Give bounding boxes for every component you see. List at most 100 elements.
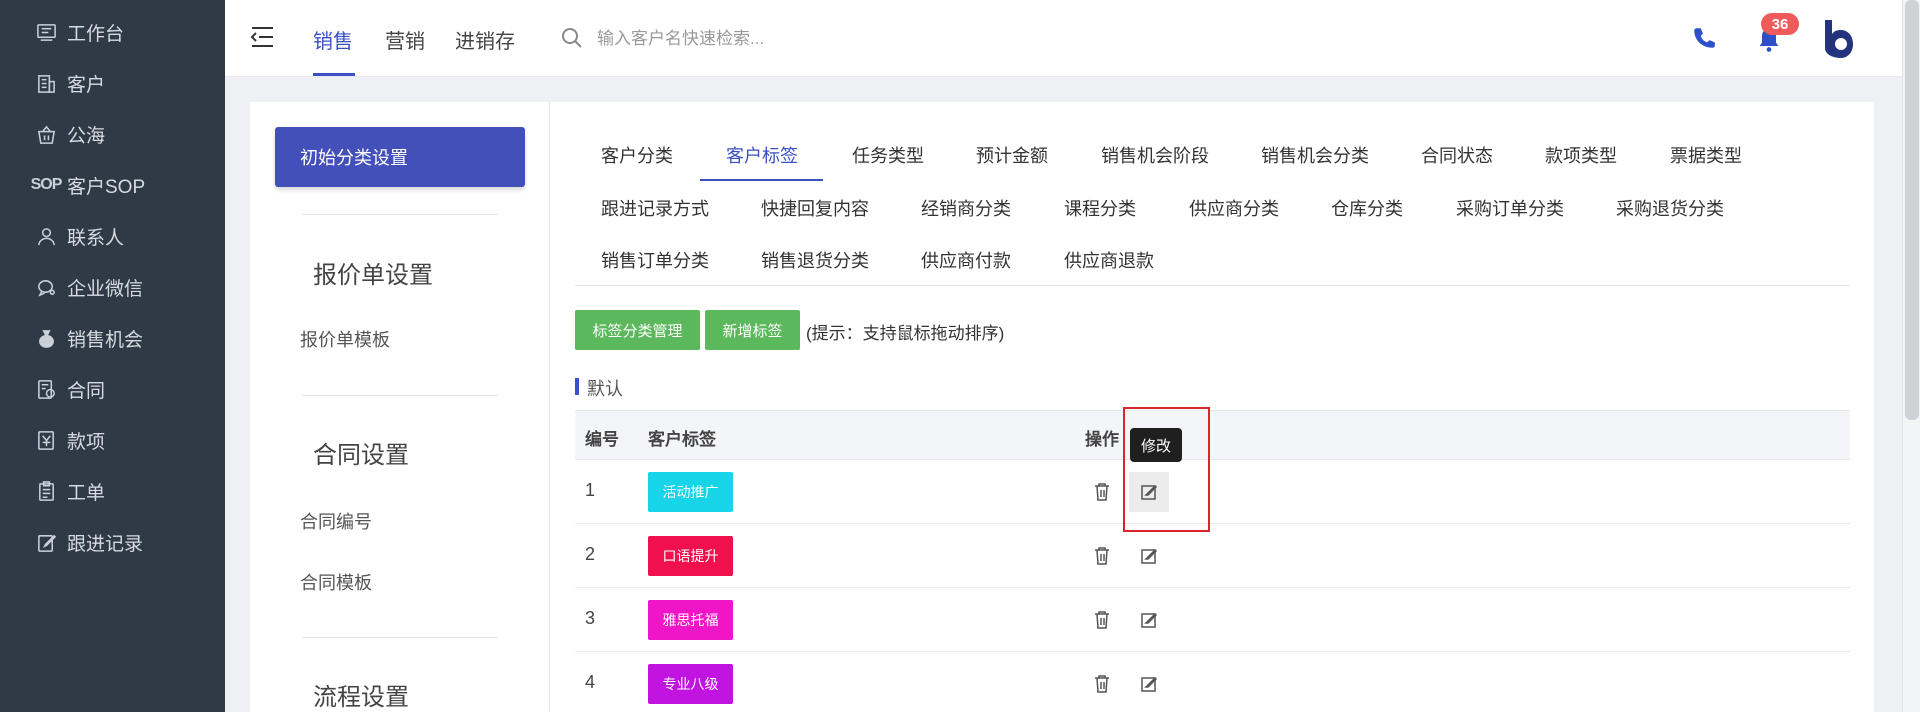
tag-chip: 专业八级 xyxy=(648,664,733,704)
sidebar-item-customer-sop[interactable]: SOP 客户SOP xyxy=(0,159,225,211)
tab-invoice-type[interactable]: 票据类型 xyxy=(1670,142,1742,168)
section-title-workflow: 流程设置 xyxy=(313,684,409,711)
sidebar-item-payments[interactable]: 款项 xyxy=(0,414,225,466)
tag-category-manage-button[interactable]: 标签分类管理 xyxy=(575,310,700,350)
link-contract-template[interactable]: 合同模板 xyxy=(300,569,372,595)
trash-icon[interactable] xyxy=(1093,674,1111,694)
sidebar: 工作台 客户 公海 SOP 客户SOP 联系人 企业微信 销售机会 合同 款项 … xyxy=(0,0,225,712)
edit-icon xyxy=(1141,548,1158,564)
nav-marketing[interactable]: 营销 xyxy=(385,25,425,54)
link-contract-number[interactable]: 合同编号 xyxy=(300,508,372,534)
notification-badge: 36 xyxy=(1761,13,1799,35)
basket-icon xyxy=(35,123,57,145)
tab-payment-type[interactable]: 款项类型 xyxy=(1545,142,1617,168)
tab-opportunity-stage[interactable]: 销售机会阶段 xyxy=(1101,142,1209,168)
contract-icon xyxy=(35,378,57,400)
row-number: 4 xyxy=(585,672,596,692)
top-bar: 销售 营销 进销存 36 xyxy=(225,0,1920,77)
column-header-actions: 操作 xyxy=(1085,430,1119,449)
tab-sales-return-category[interactable]: 销售退货分类 xyxy=(761,247,869,273)
search-icon xyxy=(562,28,582,48)
sidebar-item-dashboard[interactable]: 工作台 xyxy=(0,6,225,58)
section-title-contract: 合同设置 xyxy=(313,442,409,469)
nav-inventory[interactable]: 进销存 xyxy=(455,25,515,54)
sidebar-item-label: 客户 xyxy=(67,74,106,96)
table-row[interactable]: 1 活动推广 xyxy=(575,460,1850,524)
divider xyxy=(302,214,498,215)
divider xyxy=(302,395,498,396)
tab-course-category[interactable]: 课程分类 xyxy=(1064,195,1136,221)
tab-supplier-payment[interactable]: 供应商付款 xyxy=(921,247,1011,273)
sidebar-item-opportunities[interactable]: 销售机会 xyxy=(0,312,225,364)
edit-icon xyxy=(1141,612,1158,628)
phone-icon[interactable] xyxy=(1691,25,1717,51)
tabs-divider xyxy=(575,285,1850,286)
sidebar-item-contacts[interactable]: 联系人 xyxy=(0,210,225,262)
brand-logo-icon xyxy=(1825,20,1853,58)
sidebar-item-label: 公海 xyxy=(67,125,106,147)
sidebar-item-label: 销售机会 xyxy=(67,329,144,351)
trash-icon[interactable] xyxy=(1093,546,1111,566)
tab-estimated-amount[interactable]: 预计金额 xyxy=(976,142,1048,168)
tab-opportunity-category[interactable]: 销售机会分类 xyxy=(1261,142,1369,168)
sidebar-item-label: 跟进记录 xyxy=(67,533,144,555)
sidebar-item-wecom[interactable]: 企业微信 xyxy=(0,261,225,313)
dashboard-icon xyxy=(35,21,57,43)
tab-customer-tags[interactable]: 客户标签 xyxy=(726,142,798,168)
link-quote-template[interactable]: 报价单模板 xyxy=(300,326,390,352)
highlight-box xyxy=(1123,407,1210,532)
tab-customer-category[interactable]: 客户分类 xyxy=(601,142,673,168)
init-category-settings-button[interactable]: 初始分类设置 xyxy=(275,127,525,187)
nav-active-indicator xyxy=(313,73,355,76)
edit-tooltip: 修改 xyxy=(1130,428,1182,462)
group-marker xyxy=(575,378,579,395)
edit-icon xyxy=(1141,676,1158,692)
edit-button[interactable] xyxy=(1129,664,1169,704)
nav-sales[interactable]: 销售 xyxy=(313,25,353,54)
tab-task-type[interactable]: 任务类型 xyxy=(852,142,924,168)
edit-button[interactable] xyxy=(1129,536,1169,576)
tab-follow-up-method[interactable]: 跟进记录方式 xyxy=(601,195,709,221)
sidebar-item-tickets[interactable]: 工单 xyxy=(0,465,225,517)
tab-supplier-category[interactable]: 供应商分类 xyxy=(1189,195,1279,221)
table-row[interactable]: 4 专业八级 xyxy=(575,652,1850,712)
menu-collapse-icon[interactable] xyxy=(249,25,275,49)
trash-icon[interactable] xyxy=(1093,482,1111,502)
column-header-number: 编号 xyxy=(585,430,619,449)
customer-search-input[interactable] xyxy=(597,22,997,56)
person-icon xyxy=(35,225,57,247)
divider xyxy=(302,637,498,638)
tag-chip: 口语提升 xyxy=(648,536,733,576)
column-header-tag: 客户标签 xyxy=(648,430,716,449)
sidebar-item-label: 工单 xyxy=(67,482,106,504)
sidebar-item-label: 企业微信 xyxy=(67,278,144,300)
page-scrollbar[interactable] xyxy=(1902,0,1920,712)
tab-quick-reply[interactable]: 快捷回复内容 xyxy=(761,195,869,221)
sidebar-item-follow-ups[interactable]: 跟进记录 xyxy=(0,516,225,568)
table-row[interactable]: 2 口语提升 xyxy=(575,524,1850,588)
sidebar-item-contracts[interactable]: 合同 xyxy=(0,363,225,415)
tab-purchase-return-category[interactable]: 采购退货分类 xyxy=(1616,195,1724,221)
sidebar-item-customers[interactable]: 客户 xyxy=(0,57,225,109)
scrollbar-thumb[interactable] xyxy=(1905,0,1919,420)
sidebar-item-public-pool[interactable]: 公海 xyxy=(0,108,225,160)
tab-supplier-refund[interactable]: 供应商退款 xyxy=(1064,247,1154,273)
table-row[interactable]: 3 雅思托福 xyxy=(575,588,1850,652)
row-number: 2 xyxy=(585,544,596,564)
tab-contract-status[interactable]: 合同状态 xyxy=(1421,142,1493,168)
tab-dealer-category[interactable]: 经销商分类 xyxy=(921,195,1011,221)
row-number: 3 xyxy=(585,608,596,628)
tag-chip: 活动推广 xyxy=(648,472,733,512)
sidebar-item-label: 联系人 xyxy=(67,227,125,249)
tab-sales-order-category[interactable]: 销售订单分类 xyxy=(601,247,709,273)
add-tag-button[interactable]: 新增标签 xyxy=(705,310,800,350)
trash-icon[interactable] xyxy=(1093,610,1111,630)
sidebar-item-label: 客户SOP xyxy=(67,176,146,198)
drag-sort-hint: (提示：支持鼠标拖动排序) xyxy=(806,324,1005,343)
chat-icon xyxy=(35,276,57,298)
tab-purchase-order-category[interactable]: 采购订单分类 xyxy=(1456,195,1564,221)
edit-button[interactable] xyxy=(1129,600,1169,640)
table-header: 编号 客户标签 操作 xyxy=(575,410,1850,460)
edit-note-icon xyxy=(35,531,57,553)
tab-warehouse-category[interactable]: 仓库分类 xyxy=(1331,195,1403,221)
